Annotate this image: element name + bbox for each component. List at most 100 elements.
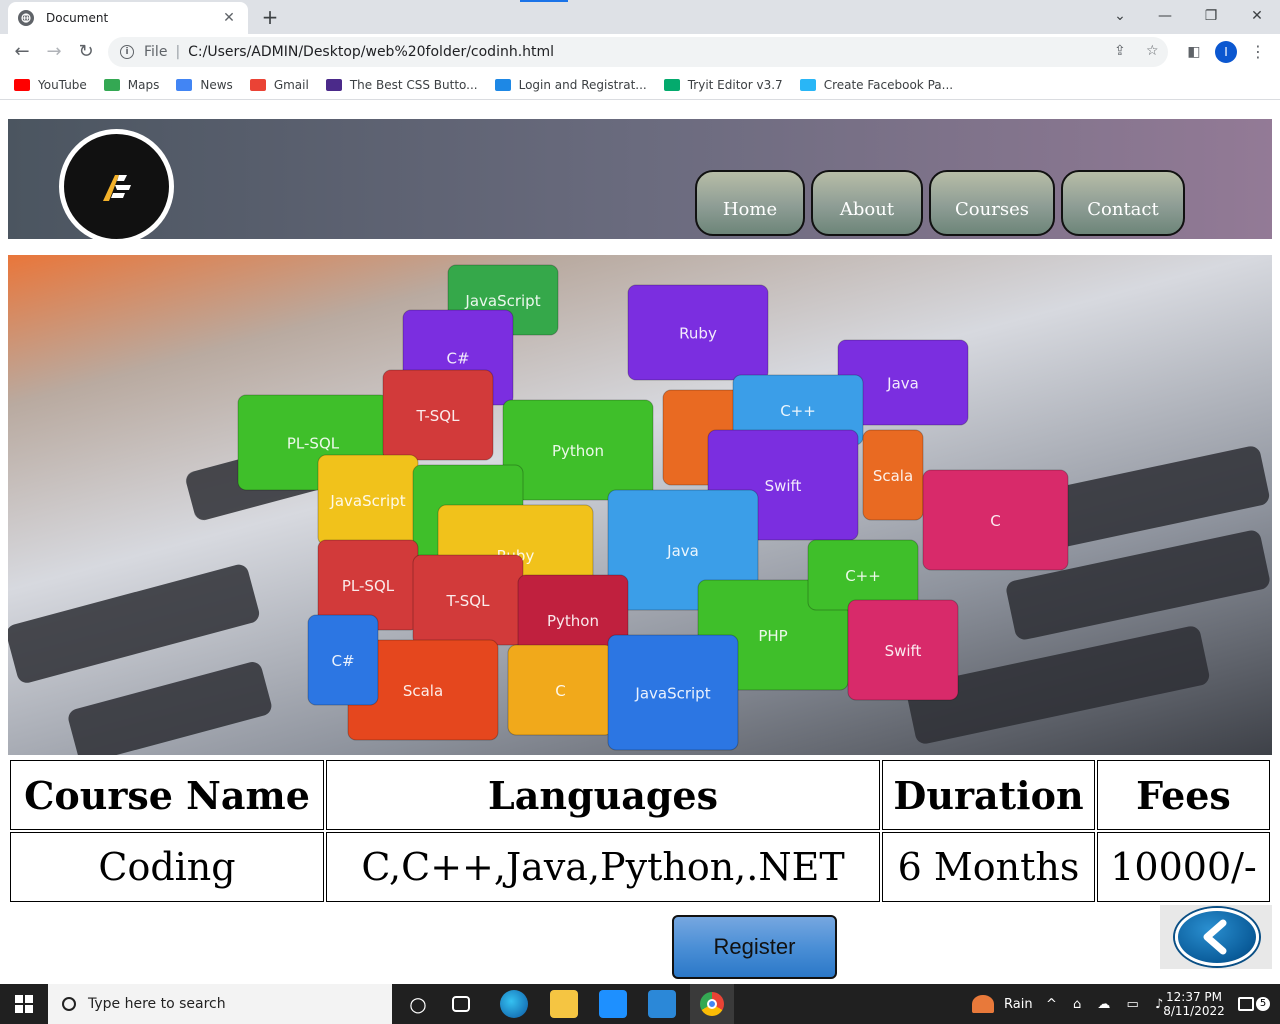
- cube-label: JavaScript: [329, 492, 405, 510]
- header-fees: Fees: [1097, 760, 1270, 830]
- chrome-icon: [700, 992, 724, 1016]
- cube-label: C#: [446, 350, 469, 368]
- taskbar-search-input[interactable]: Type here to search: [48, 984, 392, 1024]
- chrome-taskbar-button[interactable]: [690, 984, 734, 1024]
- bookmark-favicon-icon: [663, 78, 680, 91]
- site-header: Home About Courses Contact: [8, 119, 1272, 244]
- bookmark-item[interactable]: Gmail: [249, 77, 309, 92]
- header-course-name: Course Name: [10, 760, 324, 830]
- bookmark-label: Gmail: [273, 77, 309, 92]
- bookmarks-bar: YouTube Maps News Gmail The Best CSS Butto..…: [0, 70, 1280, 100]
- bookmark-favicon-icon: [799, 78, 816, 91]
- header-languages: Languages: [326, 760, 880, 830]
- register-button[interactable]: Register: [672, 915, 837, 979]
- cube-label: C: [990, 512, 1000, 530]
- search-icon: [62, 997, 76, 1011]
- widgets-icon[interactable]: [452, 996, 470, 1012]
- nav-courses[interactable]: Courses: [929, 170, 1055, 236]
- cell-languages: C,C++,Java,Python,.NET: [326, 832, 880, 902]
- chevron-left-icon[interactable]: [1175, 908, 1259, 966]
- back-button[interactable]: ←: [10, 40, 34, 64]
- file-explorer-icon[interactable]: [550, 990, 578, 1018]
- cell-duration: 6 Months: [882, 832, 1095, 902]
- tab-document[interactable]: Document ✕: [8, 2, 248, 34]
- minimize-button[interactable]: —: [1145, 4, 1185, 28]
- bookmark-label: Login and Registrat...: [518, 77, 647, 92]
- hero-image: JavaScript C# Ruby Java PL-SQL T-SQL Python PHP…: [8, 255, 1272, 755]
- notification-center-icon[interactable]: 5: [1238, 984, 1270, 1024]
- new-tab-button[interactable]: +: [258, 5, 282, 29]
- system-tray-icons[interactable]: ^ ⌂ ☁ ▭ ♪: [1046, 984, 1169, 1024]
- windows-start-icon[interactable]: [0, 984, 48, 1024]
- cube-label: Python: [547, 612, 599, 630]
- cell-course-name: Coding: [10, 832, 324, 902]
- bookmark-star-icon[interactable]: ☆: [1146, 43, 1159, 59]
- cube-label: C++: [845, 567, 881, 585]
- bookmark-label: YouTube: [38, 77, 87, 92]
- table-header-row: Course Name Languages Duration Fees: [10, 760, 1270, 830]
- cube-label: C++: [780, 402, 816, 420]
- cube-label: T-SQL: [446, 592, 491, 610]
- browser-toolbar: ← → ↻ i File | C:/Users/ADMIN/Desktop/we…: [0, 34, 1280, 70]
- programming-cubes-illustration: JavaScript C# Ruby Java PL-SQL T-SQL Python PHP…: [8, 264, 1270, 755]
- cube-label: PL-SQL: [342, 577, 395, 595]
- task-view-icon[interactable]: ○: [404, 990, 432, 1018]
- profile-avatar[interactable]: I: [1215, 41, 1237, 63]
- bookmark-label: Create Facebook Pa...: [823, 77, 954, 92]
- bookmark-label: The Best CSS Butto...: [349, 77, 478, 92]
- reload-button[interactable]: ↻: [74, 40, 98, 64]
- notification-count: 5: [1256, 997, 1270, 1011]
- mail-icon[interactable]: [648, 990, 676, 1018]
- address-bar[interactable]: i File | C:/Users/ADMIN/Desktop/web%20fo…: [108, 37, 1168, 67]
- close-window-button[interactable]: ✕: [1237, 4, 1277, 28]
- bookmark-item[interactable]: The Best CSS Butto...: [325, 77, 478, 92]
- menu-kebab-icon[interactable]: ⋮: [1246, 40, 1270, 64]
- cube-label: PHP: [758, 627, 787, 645]
- tab-close-icon[interactable]: ✕: [220, 10, 238, 26]
- courses-table: Course Name Languages Duration Fees Codi…: [8, 758, 1272, 904]
- share-icon[interactable]: ⇪: [1114, 43, 1126, 59]
- bookmark-item[interactable]: News: [176, 77, 233, 92]
- cube-label: Java: [666, 542, 699, 560]
- af-logo-icon[interactable]: [59, 129, 174, 244]
- globe-icon: [18, 10, 34, 26]
- bookmark-label: Maps: [127, 77, 160, 92]
- bookmark-favicon-icon: [14, 78, 30, 91]
- cube-label: Swift: [885, 642, 922, 660]
- windows-taskbar: Type here to search ○ Rain ^ ⌂ ☁ ▭ ♪ 12:…: [0, 984, 1280, 1024]
- weather-label: Rain: [1004, 996, 1033, 1012]
- tab-title: Document: [46, 11, 109, 25]
- clock-date: 8/11/2022: [1163, 1004, 1225, 1018]
- cube-label: C#: [331, 652, 354, 670]
- tab-search-dropdown-icon[interactable]: ⌄: [1100, 4, 1140, 28]
- edge-icon[interactable]: [500, 990, 528, 1018]
- bookmark-label: News: [200, 77, 233, 92]
- forward-button[interactable]: →: [42, 40, 66, 64]
- bookmark-favicon-icon: [249, 78, 266, 91]
- nav-contact[interactable]: Contact: [1061, 170, 1185, 236]
- cube-label: Scala: [873, 467, 913, 485]
- side-panel-icon[interactable]: ◧: [1182, 40, 1206, 64]
- cube-label: PL-SQL: [287, 435, 340, 453]
- address-url[interactable]: C:/Users/ADMIN/Desktop/web%20folder/codi…: [188, 44, 554, 60]
- header-duration: Duration: [882, 760, 1095, 830]
- bookmark-favicon-icon: [103, 78, 120, 91]
- bookmark-item[interactable]: Login and Registrat...: [494, 77, 647, 92]
- clock-time: 12:37 PM: [1166, 990, 1222, 1004]
- weather-widget[interactable]: Rain: [972, 984, 1033, 1024]
- bookmark-item[interactable]: Tryit Editor v3.7: [663, 78, 783, 92]
- bookmark-item[interactable]: Maps: [103, 77, 160, 92]
- restore-button[interactable]: ❐: [1191, 4, 1231, 28]
- bookmark-item[interactable]: Create Facebook Pa...: [799, 77, 954, 92]
- nav-home[interactable]: Home: [695, 170, 805, 236]
- taskbar-search-placeholder: Type here to search: [88, 996, 226, 1012]
- nav-about[interactable]: About: [811, 170, 923, 236]
- store-icon[interactable]: [599, 990, 627, 1018]
- site-info-icon[interactable]: i: [120, 45, 134, 59]
- bookmark-item[interactable]: YouTube: [14, 78, 87, 92]
- cube-label: T-SQL: [416, 407, 461, 425]
- clock[interactable]: 12:37 PM 8/11/2022: [1163, 984, 1225, 1024]
- address-separator: |: [175, 44, 181, 60]
- tab-indicator: [520, 0, 568, 2]
- cube-label: Java: [886, 375, 919, 393]
